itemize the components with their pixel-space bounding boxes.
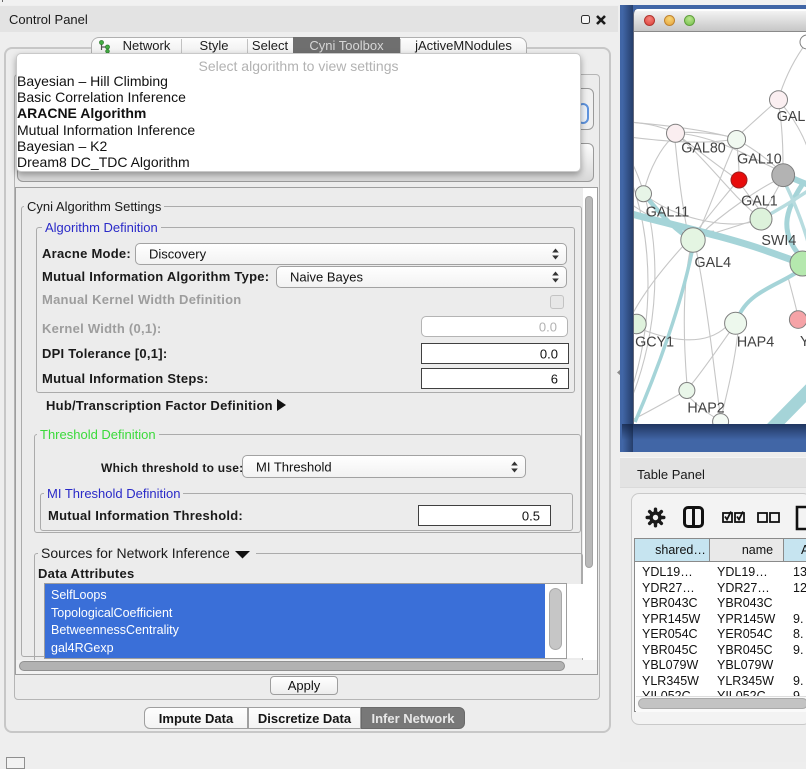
svg-text:GAL2: GAL2 <box>777 109 806 125</box>
svg-text:GAL1: GAL1 <box>741 194 778 210</box>
svg-text:GAL80: GAL80 <box>681 141 726 157</box>
svg-text:SWI4: SWI4 <box>761 233 796 249</box>
svg-text:GAL11: GAL11 <box>646 205 689 221</box>
svg-text:HAP4: HAP4 <box>737 335 774 351</box>
svg-text:GAL4: GAL4 <box>695 255 732 271</box>
svg-text:GAL10: GAL10 <box>737 152 782 168</box>
svg-text:HAP2: HAP2 <box>687 401 724 417</box>
svg-text:Y: Y <box>800 334 806 350</box>
svg-text:GCY1: GCY1 <box>635 335 674 351</box>
